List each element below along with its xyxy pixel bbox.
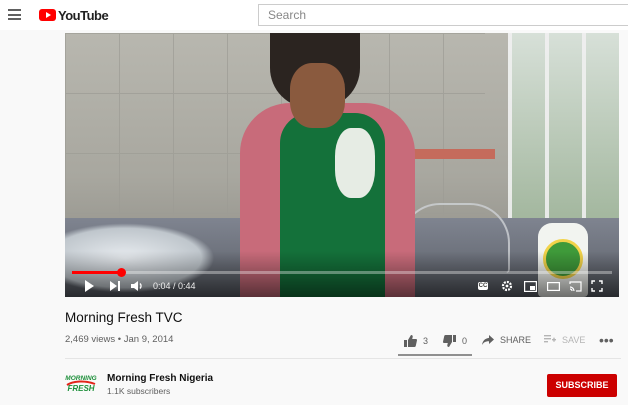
dislike-button[interactable]: 0: [443, 335, 467, 347]
share-button[interactable]: SHARE: [482, 335, 531, 345]
channel-name[interactable]: Morning Fresh Nigeria: [107, 373, 213, 384]
svg-text:MORNING: MORNING: [65, 375, 96, 382]
captions-icon[interactable]: [477, 279, 489, 293]
video-meta: 2,469 views • Jan 9, 2014: [65, 334, 174, 345]
search-input[interactable]: Search: [258, 4, 628, 26]
time-display: 0:04 / 0:44: [153, 281, 196, 291]
save-label: SAVE: [562, 335, 586, 345]
save-button[interactable]: SAVE: [544, 335, 585, 345]
share-label: SHARE: [500, 335, 532, 345]
youtube-logo-icon: [39, 9, 56, 21]
progress-bar[interactable]: [72, 268, 612, 277]
logo-text: YouTube: [58, 7, 109, 23]
youtube-logo[interactable]: YouTube: [39, 7, 109, 23]
subscriber-count: 1.1K subscribers: [107, 386, 171, 396]
like-ratio-bar: [398, 354, 472, 356]
volume-icon[interactable]: [130, 279, 144, 293]
theater-icon[interactable]: [547, 279, 560, 293]
cast-icon[interactable]: [569, 279, 582, 293]
video-player[interactable]: 0:04 / 0:44: [65, 33, 619, 297]
thumbs-up-icon: [404, 335, 417, 347]
thumbs-down-icon: [443, 335, 456, 347]
next-icon[interactable]: [109, 279, 121, 293]
subscribe-button[interactable]: SUBSCRIBE: [547, 374, 617, 397]
like-count: 3: [423, 336, 429, 346]
svg-text:FRESH: FRESH: [67, 384, 94, 393]
progress-fill: [72, 271, 121, 274]
more-icon[interactable]: •••: [599, 333, 614, 347]
menu-icon[interactable]: [8, 9, 21, 20]
gear-icon[interactable]: [501, 279, 513, 293]
channel-avatar[interactable]: MORNING FRESH: [65, 371, 97, 395]
progress-scrubber[interactable]: [116, 268, 126, 277]
divider: [65, 358, 621, 359]
top-bar: YouTube Search: [0, 0, 628, 30]
save-playlist-icon: [544, 335, 556, 343]
miniplayer-icon[interactable]: [524, 279, 537, 293]
like-button[interactable]: 3: [404, 335, 428, 347]
dislike-count: 0: [462, 336, 468, 346]
play-icon[interactable]: [83, 279, 95, 293]
video-frame: [65, 33, 619, 297]
share-icon: [482, 335, 494, 345]
fullscreen-icon[interactable]: [591, 279, 603, 293]
video-title: Morning Fresh TVC: [65, 310, 183, 325]
